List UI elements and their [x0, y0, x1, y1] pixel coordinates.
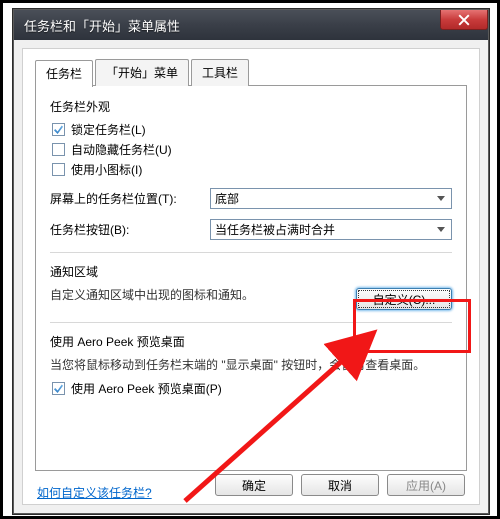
- buttons-value: 当任务栏被占满时合并: [215, 221, 335, 238]
- buttons-combobox[interactable]: 当任务栏被占满时合并: [210, 219, 452, 240]
- customize-button[interactable]: 自定义(C)...: [356, 288, 452, 310]
- position-value: 底部: [215, 190, 239, 207]
- aeropeek-chk-label: 使用 Aero Peek 预览桌面(P): [71, 380, 222, 397]
- properties-dialog: 任务栏和「开始」菜单属性 任务栏 「开始」菜单 工具栏 任务栏外观 锁定任务栏(…: [13, 9, 489, 514]
- smallicons-row: 使用小图标(I): [52, 161, 452, 178]
- dialog-button-row: 确定 取消 应用(A): [215, 474, 465, 496]
- appearance-group-label: 任务栏外观: [50, 98, 452, 115]
- separator: [50, 322, 452, 323]
- buttons-row: 任务栏按钮(B): 当任务栏被占满时合并: [50, 219, 452, 240]
- window-title: 任务栏和「开始」菜单属性: [24, 16, 180, 35]
- chevron-down-icon: [433, 191, 449, 206]
- close-icon: [458, 14, 470, 26]
- aeropeek-checkbox[interactable]: [52, 382, 65, 395]
- smallicons-label: 使用小图标(I): [71, 161, 142, 178]
- small-icons-checkbox[interactable]: [52, 163, 65, 176]
- autohide-taskbar-checkbox[interactable]: [52, 143, 65, 156]
- titlebar[interactable]: 任务栏和「开始」菜单属性: [14, 10, 488, 40]
- tabstrip: 任务栏 「开始」菜单 工具栏: [35, 59, 479, 86]
- lock-taskbar-label: 锁定任务栏(L): [71, 121, 146, 138]
- aeropeek-desc: 当您将鼠标移动到任务栏末端的 "显示桌面" 按钮时，会暂时查看桌面。: [50, 356, 452, 374]
- close-button[interactable]: [440, 10, 488, 30]
- position-row: 屏幕上的任务栏位置(T): 底部: [50, 188, 452, 209]
- help-link[interactable]: 如何自定义该任务栏?: [37, 484, 152, 501]
- separator: [50, 252, 452, 253]
- aeropeek-row: 使用 Aero Peek 预览桌面(P): [52, 380, 452, 397]
- autohide-label: 自动隐藏任务栏(U): [71, 141, 172, 158]
- lock-taskbar-checkbox[interactable]: [52, 123, 65, 136]
- apply-button[interactable]: 应用(A): [387, 474, 465, 496]
- notify-area: 自定义通知区域中出现的图标和通知。 自定义(C)...: [50, 286, 452, 310]
- aeropeek-group-label: 使用 Aero Peek 预览桌面: [50, 333, 452, 350]
- notify-desc: 自定义通知区域中出现的图标和通知。: [50, 286, 346, 304]
- ok-button[interactable]: 确定: [215, 474, 293, 496]
- client-area: 任务栏 「开始」菜单 工具栏 任务栏外观 锁定任务栏(L) 自动隐藏任务栏(U)…: [22, 48, 480, 505]
- position-label: 屏幕上的任务栏位置(T):: [50, 190, 210, 207]
- lock-taskbar-row: 锁定任务栏(L): [52, 121, 452, 138]
- buttons-label: 任务栏按钮(B):: [50, 221, 210, 238]
- chevron-down-icon: [433, 222, 449, 237]
- notify-group-label: 通知区域: [50, 263, 452, 280]
- tab-taskbar[interactable]: 任务栏: [35, 60, 93, 87]
- cancel-button[interactable]: 取消: [301, 474, 379, 496]
- tab-panel-taskbar: 任务栏外观 锁定任务栏(L) 自动隐藏任务栏(U) 使用小图标(I) 屏幕上的任…: [35, 85, 467, 471]
- position-combobox[interactable]: 底部: [210, 188, 452, 209]
- tab-start-menu[interactable]: 「开始」菜单: [95, 59, 189, 86]
- tab-toolbars[interactable]: 工具栏: [191, 59, 249, 86]
- autohide-row: 自动隐藏任务栏(U): [52, 141, 452, 158]
